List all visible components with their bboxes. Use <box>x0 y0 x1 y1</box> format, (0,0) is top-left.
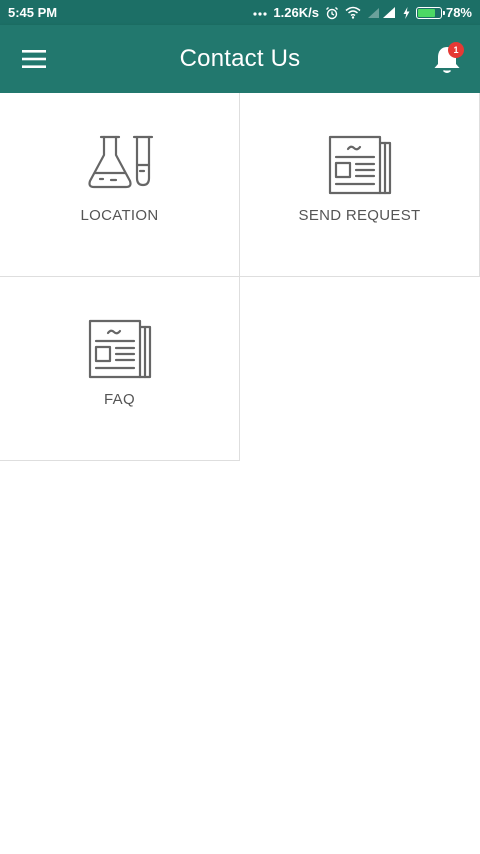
menu-button[interactable] <box>16 44 52 74</box>
charging-icon <box>403 6 410 19</box>
dots-icon <box>253 10 268 16</box>
newspaper-icon <box>328 135 391 195</box>
alarm-icon <box>325 6 339 20</box>
tile-label-send-request: SEND REQUEST <box>298 207 421 224</box>
tile-location[interactable]: LOCATION <box>0 93 240 277</box>
status-icons: 1.26K/s 78% <box>253 5 472 20</box>
wifi-icon <box>345 6 361 19</box>
tile-send-request[interactable]: SEND REQUEST <box>240 93 480 277</box>
status-time: 5:45 PM <box>8 5 58 20</box>
tile-label-location: LOCATION <box>80 207 159 224</box>
battery-level-fill <box>417 8 436 17</box>
lab-flask-icon <box>87 135 153 189</box>
status-bar: 5:45 PM 1.26K/s 78% <box>0 0 480 25</box>
notification-button[interactable]: 1 <box>428 41 466 79</box>
tile-faq[interactable]: FAQ <box>0 277 240 461</box>
app-bar: Contact Us 1 <box>0 25 480 93</box>
battery-icon <box>415 6 445 19</box>
tile-label-faq: FAQ <box>104 391 135 408</box>
battery-percent: 78% <box>445 5 472 20</box>
page-title: Contact Us <box>179 45 301 72</box>
notification-badge: 1 <box>448 42 464 58</box>
hamburger-menu-icon <box>22 50 46 68</box>
signal-icon <box>367 6 397 19</box>
battery: 78% <box>415 5 472 20</box>
newspaper-icon <box>88 319 151 379</box>
network-speed: 1.26K/s <box>273 5 319 20</box>
